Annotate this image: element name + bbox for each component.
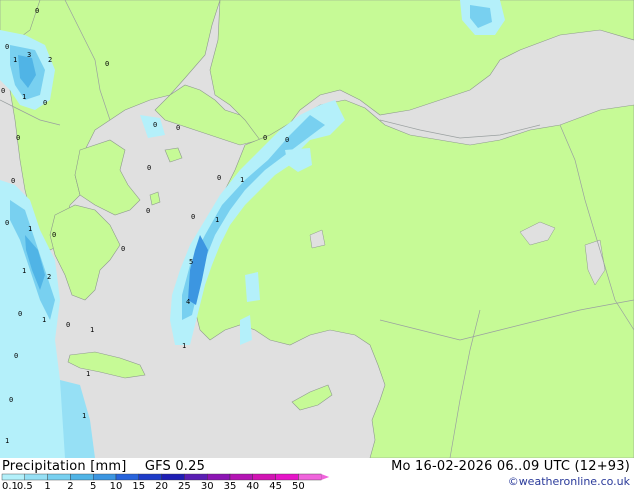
map-value-label: 1 (5, 437, 9, 445)
map-value-label: 0 (66, 321, 70, 329)
map-value-label: 2 (47, 273, 51, 281)
map-value-label: 0 (176, 124, 180, 132)
valid-time: Mo 16-02-2026 06..09 UTC (12+93) (391, 459, 630, 474)
map-value-label: 0 (153, 121, 157, 129)
scale-swatch (206, 473, 231, 481)
map-value-label: 1 (28, 225, 32, 233)
scale-tick-label: 45 (269, 481, 282, 490)
map-value-label: 4 (186, 298, 190, 306)
map-value-label: 2 (48, 56, 52, 64)
map-value-label: 1 (42, 316, 46, 324)
scale-tick-label: 2 (67, 481, 73, 490)
map-value-label: 1 (240, 176, 244, 184)
scale-tick-label: 15 (132, 481, 145, 490)
scale-swatch (1, 473, 25, 481)
scale-tick-label: 50 (292, 481, 305, 490)
map-value-label: 1 (13, 56, 17, 64)
map-value-label: 0 (16, 134, 20, 142)
map-value-label: 1 (82, 412, 86, 420)
scale-tick-label: 25 (178, 481, 191, 490)
map-value-label: 1 (182, 342, 186, 350)
scale-swatch (229, 473, 253, 481)
map-value-label: 0 (146, 207, 150, 215)
scale-swatch (47, 473, 71, 481)
scale-swatch (298, 473, 322, 481)
legend-footer: Precipitation [mm] GFS 0.25 Mo 16-02-202… (0, 458, 634, 490)
map-value-label: 3 (27, 51, 31, 59)
scale-swatch (70, 473, 94, 481)
scale-swatch (92, 473, 117, 481)
map-value-label: 0 (9, 396, 13, 404)
scale-swatch (184, 473, 208, 481)
scale-tick-label: 0.5 (17, 481, 33, 490)
map-value-label: 0 (43, 99, 47, 107)
map-value-label: 0 (52, 231, 56, 239)
scale-arrow (321, 474, 330, 480)
map-value-label: 1 (22, 93, 26, 101)
scale-swatch (275, 473, 299, 481)
color-scale: 0.10.5 1 2 5 10 15 20 25 30 35 40 45 50 (1, 473, 330, 490)
precipitation-map: 0 3 2 1 0 0 1 0 0 0 0 0 0 0 0 0 1 0 1 0 … (0, 0, 634, 458)
map-value-label: 0 (1, 87, 5, 95)
map-value-label: 0 (285, 136, 289, 144)
legend-title-row: Precipitation [mm] GFS 0.25 (2, 459, 205, 474)
scale-tick-label: 1 (44, 481, 50, 490)
scale-tick-label: 20 (155, 481, 168, 490)
map-value-label: 1 (86, 370, 90, 378)
map-value-label: 0 (18, 310, 22, 318)
map-value-label: 0 (11, 177, 15, 185)
precipitation-title: Precipitation [mm] (2, 459, 127, 474)
map-value-label: 0 (121, 245, 125, 253)
scale-swatch (252, 473, 276, 481)
map-value-label: 5 (189, 258, 193, 266)
map-value-label: 1 (90, 326, 94, 334)
map-value-label: 0 (35, 7, 39, 15)
map-value-label: 0 (5, 219, 9, 227)
scale-tick-label: 0.1 (2, 481, 18, 490)
scale-tick-label: 35 (224, 481, 237, 490)
map-value-label: 0 (147, 164, 151, 172)
map-value-label: 0 (14, 352, 18, 360)
map-value-label: 0 (217, 174, 221, 182)
scale-tick-label: 10 (110, 481, 123, 490)
scale-tick-label: 30 (201, 481, 214, 490)
map-value-label: 1 (22, 267, 26, 275)
scale-swatch (24, 473, 48, 481)
map-value-label: 0 (5, 43, 9, 51)
map-value-label: 0 (105, 60, 109, 68)
scale-tick-label: 40 (246, 481, 259, 490)
map-value-label: 1 (215, 216, 219, 224)
scale-swatch (161, 473, 185, 481)
model-name: GFS 0.25 (144, 459, 206, 474)
scale-tick-label: 5 (90, 481, 96, 490)
scale-swatch (138, 473, 162, 481)
credit-link[interactable]: ©weatheronline.co.uk (508, 475, 630, 488)
map-value-label: 0 (191, 213, 195, 221)
map-value-label: 0 (263, 134, 267, 142)
scale-swatch (115, 473, 139, 481)
